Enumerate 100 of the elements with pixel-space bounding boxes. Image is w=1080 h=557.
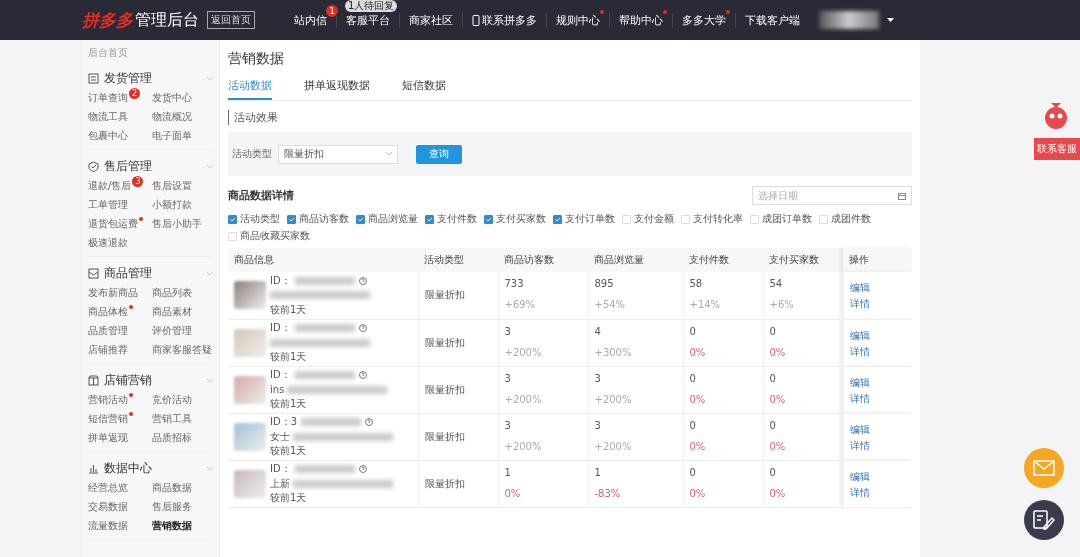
sidebar-item[interactable]: 品质管理 bbox=[88, 324, 128, 338]
table-cell-text: 0 bbox=[769, 372, 777, 384]
column-header: 商品信息 bbox=[228, 248, 418, 272]
nav-link[interactable]: 下载客户端 bbox=[745, 12, 800, 28]
sidebar-item[interactable]: 发货中心 bbox=[152, 91, 192, 105]
table-cell-text: 3 bbox=[594, 419, 602, 431]
checkbox-option[interactable]: 商品收藏买家数 bbox=[228, 229, 310, 243]
checkbox-option[interactable]: 成团订单数 bbox=[750, 212, 812, 226]
dropdown[interactable]: 限量折扣 bbox=[278, 144, 398, 164]
action-link[interactable]: 详情 bbox=[849, 344, 906, 359]
change-percent: -83% bbox=[594, 487, 622, 499]
sidebar-item[interactable]: 商品素材 bbox=[152, 305, 192, 319]
column-header: 活动类型 bbox=[418, 248, 498, 272]
sidebar-item[interactable]: 交易数据 bbox=[88, 500, 128, 514]
section-title[interactable]: 商品管理 bbox=[104, 265, 152, 282]
table-cell-text: 3 bbox=[504, 372, 512, 384]
sidebar-item[interactable]: 退款/售后 bbox=[88, 179, 132, 193]
product-name: ins bbox=[270, 384, 285, 395]
action-link[interactable]: 编辑 bbox=[849, 281, 906, 295]
feedback-button[interactable] bbox=[1024, 500, 1064, 540]
product-thumbnail bbox=[234, 422, 266, 451]
action-link[interactable]: 编辑 bbox=[849, 375, 906, 390]
comparison-label: 较前1天 bbox=[270, 491, 308, 505]
tab[interactable]: 拼单返现数据 bbox=[304, 78, 370, 100]
nav-link[interactable]: 联系拼多多 bbox=[472, 12, 537, 28]
section-title[interactable]: 售后管理 bbox=[104, 158, 152, 175]
section-title[interactable]: 发货管理 bbox=[104, 70, 152, 87]
checkbox-option[interactable]: 支付金额 bbox=[622, 212, 674, 226]
sidebar-item[interactable]: 售后设置 bbox=[152, 179, 192, 193]
sidebar-item[interactable]: 商品体检 bbox=[88, 305, 128, 319]
customer-service-button[interactable]: 联系客服 bbox=[1034, 138, 1080, 160]
checkbox-option[interactable]: 商品访客数 bbox=[287, 212, 349, 226]
table-cell-text: 54 bbox=[769, 278, 784, 289]
sidebar-item[interactable]: 评价管理 bbox=[152, 324, 192, 338]
action-link[interactable]: 详情 bbox=[849, 485, 906, 500]
section-title: 商品数据详情 bbox=[228, 188, 294, 203]
change-percent: 0% bbox=[689, 440, 707, 452]
sidebar-item[interactable]: 工单管理 bbox=[88, 198, 128, 212]
sidebar-item[interactable]: 售后小助手 bbox=[152, 217, 202, 231]
sidebar-item[interactable]: 流量数据 bbox=[88, 519, 128, 533]
sidebar-item[interactable]: 物流工具 bbox=[88, 110, 128, 124]
checkbox-option[interactable]: 支付买家数 bbox=[484, 212, 546, 226]
change-percent: +200% bbox=[504, 346, 543, 358]
table-cell: 限量折扣 bbox=[418, 319, 498, 366]
comparison-label: 较前1天 bbox=[270, 444, 308, 458]
sidebar-item[interactable]: 营销工具 bbox=[152, 412, 192, 426]
checkbox-option[interactable]: 支付件数 bbox=[425, 212, 477, 226]
nav-link[interactable]: 帮助中心 bbox=[619, 12, 663, 28]
shop-icon bbox=[88, 375, 99, 386]
action-link[interactable]: 详情 bbox=[849, 297, 906, 311]
nav-link[interactable]: 客服平台 bbox=[346, 12, 390, 28]
sidebar-item[interactable]: 退货包运费 bbox=[88, 217, 138, 231]
checkbox-option[interactable]: 支付转化率 bbox=[681, 212, 743, 226]
sidebar-item[interactable]: 订单查询 bbox=[88, 91, 128, 105]
query-button[interactable]: 查询 bbox=[416, 144, 462, 164]
sidebar-item[interactable]: 售后服务 bbox=[152, 500, 192, 514]
sidebar-item[interactable]: 极速退款 bbox=[88, 236, 128, 250]
action-link[interactable]: 编辑 bbox=[849, 328, 906, 343]
checkbox-option[interactable]: 活动类型 bbox=[228, 212, 280, 226]
sidebar-item[interactable]: 店铺推荐 bbox=[88, 343, 128, 357]
user-avatar[interactable] bbox=[819, 11, 879, 29]
sidebar-item[interactable]: 发布新商品 bbox=[88, 286, 138, 300]
caret-icon bbox=[887, 18, 894, 22]
action-link[interactable]: 详情 bbox=[849, 438, 906, 453]
tab[interactable]: 活动数据 bbox=[228, 78, 272, 100]
sidebar-item[interactable]: 物流概况 bbox=[152, 110, 192, 124]
change-percent: 0% bbox=[769, 487, 787, 499]
product-thumbnail bbox=[234, 328, 266, 357]
sidebar-item[interactable]: 竞价活动 bbox=[152, 393, 192, 407]
change-percent: +200% bbox=[504, 440, 543, 452]
nav-link[interactable]: 多多大学 bbox=[682, 12, 726, 28]
nav-link[interactable]: 商家社区 bbox=[409, 12, 453, 28]
notification-badge: 1 bbox=[326, 4, 338, 17]
sidebar-item[interactable]: 小额打款 bbox=[152, 198, 192, 212]
field-label: 活动类型 bbox=[232, 147, 272, 161]
sidebar-item[interactable]: 商品数据 bbox=[152, 481, 192, 495]
table-cell: 限量折扣 bbox=[418, 460, 498, 507]
product-id: ID： bbox=[270, 321, 291, 335]
action-link[interactable]: 编辑 bbox=[849, 422, 906, 437]
sidebar-item[interactable]: 短信营销 bbox=[88, 412, 128, 426]
tab[interactable]: 短信数据 bbox=[402, 78, 446, 100]
checkbox-option[interactable]: 成团件数 bbox=[819, 212, 871, 226]
action-link[interactable]: 详情 bbox=[849, 391, 906, 406]
checkbox-option[interactable]: 商品浏览量 bbox=[356, 212, 418, 226]
nav-link[interactable]: 站内信 bbox=[294, 12, 327, 28]
sidebar-item[interactable]: 经营总览 bbox=[88, 481, 128, 495]
sidebar-item[interactable]: 包裹中心 bbox=[88, 129, 128, 143]
sidebar-item[interactable]: 营销数据 bbox=[152, 519, 192, 533]
nav-link[interactable]: 规则中心 bbox=[556, 12, 600, 28]
action-link[interactable]: 编辑 bbox=[849, 469, 906, 484]
sidebar-item[interactable]: 营销活动 bbox=[88, 393, 128, 407]
checkbox-option[interactable]: 支付订单数 bbox=[553, 212, 615, 226]
sidebar-item[interactable]: 商品列表 bbox=[152, 286, 192, 300]
sidebar-item[interactable]: 商家客服答疑 bbox=[152, 343, 212, 357]
sidebar-item[interactable]: 电子面单 bbox=[152, 129, 192, 143]
sidebar-item[interactable]: 品质招标 bbox=[152, 431, 192, 445]
section-title[interactable]: 店铺营销 bbox=[104, 372, 152, 389]
home-button[interactable]: 返回首页 bbox=[207, 11, 255, 29]
section-title[interactable]: 数据中心 bbox=[104, 460, 152, 477]
sidebar-item[interactable]: 拼单返现 bbox=[88, 431, 128, 445]
